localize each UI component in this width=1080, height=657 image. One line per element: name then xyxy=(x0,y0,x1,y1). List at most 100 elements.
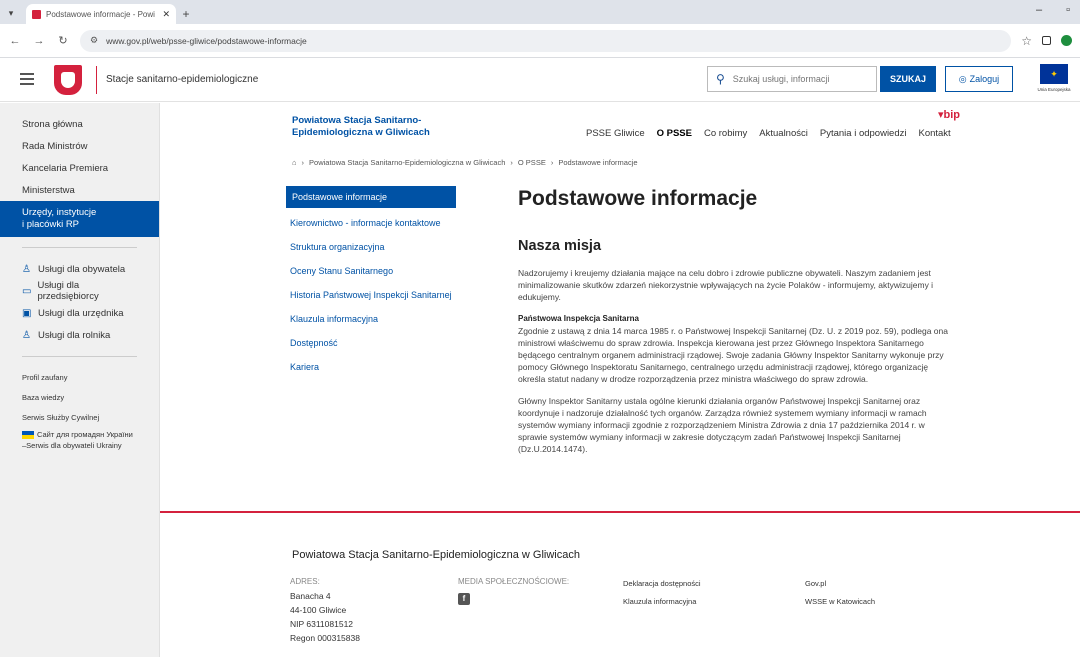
paragraph-1: Zgodnie z ustawą z dnia 14 marca 1985 r.… xyxy=(518,326,948,384)
sidebar-link-ukraine[interactable]: Сайт для громадян України –Serwis dla ob… xyxy=(0,427,159,453)
url-field[interactable]: ⚙ www.gov.pl/web/psse-gliwice/podstawowe… xyxy=(80,29,1012,52)
sidebar-service-label: Usługi dla rolnika xyxy=(38,329,111,341)
person-icon: ♙ xyxy=(22,263,31,275)
address-line: NIP 6311081512 xyxy=(290,619,354,629)
search-input[interactable] xyxy=(732,74,863,84)
breadcrumb-item[interactable]: Powiatowa Stacja Sanitarno-Epidemiologic… xyxy=(309,158,505,167)
person-icon: ♙ xyxy=(22,329,31,341)
sidepanel-icon[interactable] xyxy=(1042,36,1051,45)
hamburger-menu-icon[interactable] xyxy=(20,73,34,85)
footer-link[interactable]: WSSE w Katowicach xyxy=(805,593,875,611)
sidebar-service-przedsiebiorca[interactable]: ▭ Usługi dla przedsiębiorcy xyxy=(0,280,159,302)
organization-name[interactable]: Powiatowa Stacja Sanitarno-Epidemiologic… xyxy=(292,115,472,139)
footer-link[interactable]: Gov.pl xyxy=(805,575,875,593)
ukraine-line2: –Serwis dla obywateli Ukrainy xyxy=(22,441,122,450)
footer-links-2: Gov.pl WSSE w Katowicach xyxy=(805,575,875,611)
sidebar-active-line1: Urzędy, instytucje xyxy=(22,207,97,218)
section-nav-item[interactable]: Kierownictwo - informacje kontaktowe xyxy=(286,214,456,232)
maximize-icon[interactable]: ▫ xyxy=(1066,4,1070,16)
star-icon[interactable]: ☆ xyxy=(1021,34,1032,48)
breadcrumb-separator: › xyxy=(510,158,513,167)
tab-search-icon[interactable]: ▾ xyxy=(0,2,22,24)
profile-icon[interactable] xyxy=(1061,35,1072,46)
breadcrumb-item[interactable]: O PSSE xyxy=(518,158,546,167)
footer: Powiatowa Stacja Sanitarno-Epidemiologic… xyxy=(160,513,1080,657)
search-box: ⚲ xyxy=(707,66,877,92)
search-button[interactable]: SZUKAJ xyxy=(880,66,936,92)
nav-psse-gliwice[interactable]: PSSE Gliwice xyxy=(586,128,645,139)
nav-kontakt[interactable]: Kontakt xyxy=(918,128,950,139)
footer-social: MEDIA SPOŁECZNOŚCIOWE: f xyxy=(458,575,569,605)
login-label: Zaloguj xyxy=(969,74,1000,84)
sidebar-item-kancelaria[interactable]: Kancelaria Premiera xyxy=(0,157,159,179)
address-line: Regon 000315838 xyxy=(290,633,360,643)
new-tab-button[interactable]: + xyxy=(176,4,196,24)
sidebar-service-label: Usługi dla obywatela xyxy=(38,263,126,275)
ukraine-line1: Сайт для громадян України xyxy=(37,430,133,439)
tune-icon[interactable]: ⚙ xyxy=(90,35,98,46)
sidebar-item-urzedy[interactable]: Urzędy, instytucje i placówki RP xyxy=(0,201,159,237)
sidebar-item-home[interactable]: Strona główna xyxy=(0,113,159,135)
eu-logo: ✦ Unia Europejska xyxy=(1030,64,1078,98)
forward-icon[interactable]: → xyxy=(32,35,46,47)
nav-aktualnosci[interactable]: Aktualności xyxy=(759,128,808,139)
site-header: Stacje sanitarno-epidemiologiczne ⚲ SZUK… xyxy=(0,58,1080,102)
bip-logo[interactable]: ▾bip xyxy=(938,108,960,121)
breadcrumb: ⌂ › Powiatowa Stacja Sanitarno-Epidemiol… xyxy=(292,158,638,167)
reload-icon[interactable]: ↻ xyxy=(56,34,70,47)
poland-emblem-icon[interactable] xyxy=(54,65,82,95)
sidebar-service-label: Usługi dla urzędnika xyxy=(38,307,124,319)
eu-flag-icon: ✦ xyxy=(1040,64,1068,84)
sidebar-service-urzednik[interactable]: ▣ Usługi dla urzędnika xyxy=(0,302,159,324)
sidebar-link-profil[interactable]: Profil zaufany xyxy=(0,367,159,387)
footer-link[interactable]: Klauzula informacyjna xyxy=(623,593,701,611)
url-text: www.gov.pl/web/psse-gliwice/podstawowe-i… xyxy=(106,35,307,46)
subheading: Państwowa Inspekcja Sanitarna xyxy=(518,314,639,323)
footer-address: ADRES: Banacha 4 44-100 Gliwice NIP 6311… xyxy=(290,575,360,645)
facebook-icon[interactable]: f xyxy=(458,593,470,605)
sidebar-item-rada[interactable]: Rada Ministrów xyxy=(0,135,159,157)
header-divider xyxy=(96,66,97,94)
sidebar-item-ministerstwa[interactable]: Ministerstwa xyxy=(0,179,159,201)
nav-pytania[interactable]: Pytania i odpowiedzi xyxy=(820,128,907,139)
address-line: 44-100 Gliwice xyxy=(290,605,347,615)
sidebar-service-label: Usługi dla przedsiębiorcy xyxy=(37,280,99,302)
footer-org-name: Powiatowa Stacja Sanitarno-Epidemiologic… xyxy=(292,549,580,561)
minimize-icon[interactable]: – xyxy=(1036,4,1042,16)
section-nav-item[interactable]: Kariera xyxy=(286,358,456,376)
section-title: Nasza misja xyxy=(518,238,602,254)
sidebar-divider xyxy=(22,247,137,248)
home-icon[interactable]: ⌂ xyxy=(292,158,297,167)
nav-o-psse[interactable]: O PSSE xyxy=(657,128,692,139)
footer-link[interactable]: Deklaracja dostępności xyxy=(623,575,701,593)
search-icon: ⚲ xyxy=(716,72,725,86)
top-nav: PSSE Gliwice O PSSE Co robimy Aktualnośc… xyxy=(586,128,951,139)
tab-close-icon[interactable]: ✕ xyxy=(162,9,170,20)
login-button[interactable]: ◎ Zaloguj xyxy=(945,66,1013,92)
section-nav-item[interactable]: Historia Państwowej Inspekcji Sanitarnej xyxy=(286,286,456,304)
ukraine-flag-icon xyxy=(22,431,34,440)
site-name[interactable]: Stacje sanitarno-epidemiologiczne xyxy=(106,74,258,85)
sidebar-service-obywatel[interactable]: ♙ Usługi dla obywatela xyxy=(0,258,159,280)
sidebar-link-baza[interactable]: Baza wiedzy xyxy=(0,387,159,407)
monitor-icon: ▣ xyxy=(22,307,32,319)
footer-links-1: Deklaracja dostępności Klauzula informac… xyxy=(623,575,701,611)
browser-tab[interactable]: Podstawowe informacje - Powi ✕ xyxy=(26,4,176,24)
page-title: Podstawowe informacje xyxy=(518,187,758,210)
sidebar-service-rolnik[interactable]: ♙ Usługi dla rolnika xyxy=(0,324,159,346)
bip-logo-text: bip xyxy=(943,109,961,121)
sidebar-active-line2: i placówki RP xyxy=(22,219,80,230)
section-nav-item[interactable]: Klauzula informacyjna xyxy=(286,310,456,328)
sidebar-link-sluzba[interactable]: Serwis Służby Cywilnej xyxy=(0,407,159,427)
sidebar-divider xyxy=(22,356,137,357)
nav-co-robimy[interactable]: Co robimy xyxy=(704,128,747,139)
section-nav-active[interactable]: Podstawowe informacje xyxy=(286,186,456,208)
tab-title: Podstawowe informacje - Powi xyxy=(46,9,155,19)
social-caption: MEDIA SPOŁECZNOŚCIOWE: xyxy=(458,577,570,586)
section-nav-item[interactable]: Struktura organizacyjna xyxy=(286,238,456,256)
back-icon[interactable]: ← xyxy=(8,35,22,47)
section-nav-item[interactable]: Dostępność xyxy=(286,334,456,352)
section-nav-item[interactable]: Oceny Stanu Sanitarnego xyxy=(286,262,456,280)
breadcrumb-separator: › xyxy=(550,158,554,167)
breadcrumb-separator: › xyxy=(301,158,305,167)
